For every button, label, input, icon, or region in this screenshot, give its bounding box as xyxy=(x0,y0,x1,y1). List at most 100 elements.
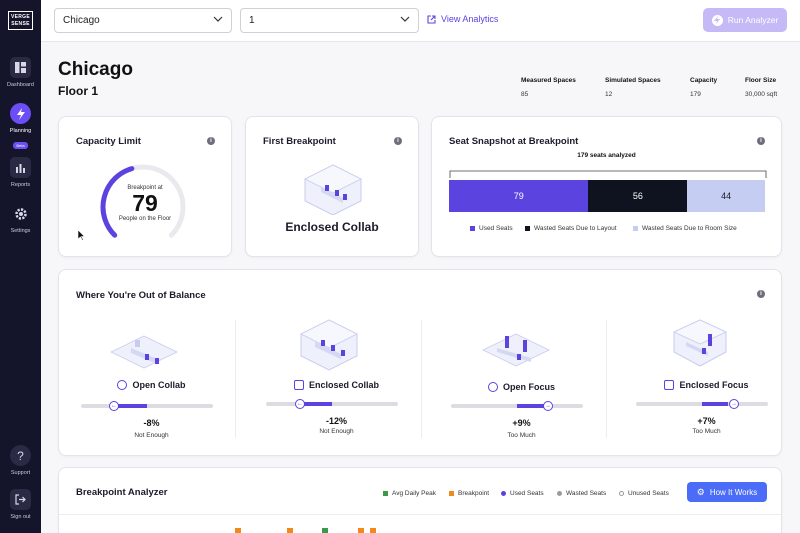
legend-swatch xyxy=(501,491,506,496)
how-it-works-button[interactable]: ⚙ How It Works xyxy=(687,482,767,502)
stat-value: 30,000 sqft xyxy=(745,91,778,98)
breakpoint-space-name: Enclosed Collab xyxy=(285,220,379,234)
legend-wasted-layout: Wasted Seats Due to Layout xyxy=(525,225,617,232)
legend-swatch xyxy=(525,226,530,231)
space-name: Open Focus xyxy=(429,382,614,392)
stat-value: 85 xyxy=(521,91,529,98)
breakpoint-analyzer-card: Breakpoint Analyzer Avg Daily Peak Break… xyxy=(58,467,782,533)
balance-open-collab: Open Collab ← -8% Not Enough xyxy=(59,320,244,439)
seat-segment: 79 xyxy=(449,180,589,212)
vergesense-logo[interactable]: VERGE SENSE xyxy=(8,11,33,30)
stat-label: Simulated Spaces xyxy=(605,77,661,84)
info-icon[interactable]: i xyxy=(757,137,765,145)
legend-used-seats: Used Seats xyxy=(501,490,544,497)
legend-unused-seats: Unused Seats xyxy=(619,490,669,497)
legend-label: Used Seats xyxy=(479,225,513,232)
sidebar-item-label: Planning xyxy=(9,128,32,134)
out-of-balance-card: Where You're Out of Balance i Open Colla… xyxy=(58,269,782,456)
stat-measured-spaces: Measured Spaces 85 xyxy=(521,77,576,98)
enclosed-collab-illustration xyxy=(300,319,358,371)
floor-select[interactable]: 1 xyxy=(240,8,419,33)
view-analytics-link[interactable]: View Analytics xyxy=(427,14,498,24)
legend-breakpoint: Breakpoint xyxy=(449,490,489,497)
gauge-bottom-label: People on the Floor xyxy=(118,216,172,222)
bar-chart-icon xyxy=(10,157,31,178)
arrow-right-icon: → xyxy=(729,399,739,409)
balance-status: Too Much xyxy=(507,432,536,439)
legend-swatch xyxy=(633,226,638,231)
sidebar-item-settings[interactable]: Settings xyxy=(0,203,41,234)
help-icon: ? xyxy=(10,445,31,466)
info-icon[interactable]: i xyxy=(757,290,765,298)
open-focus-illustration xyxy=(482,333,550,367)
sidebar-item-dashboard[interactable]: Dashboard xyxy=(0,57,41,88)
first-breakpoint-card: First Breakpoint i Enclosed Collab xyxy=(245,116,419,257)
sidebar-item-sign-out[interactable]: Sign out xyxy=(0,489,41,520)
chart-marker xyxy=(370,528,376,533)
stat-label: Capacity xyxy=(690,77,718,84)
legend-label: Wasted Seats Due to Layout xyxy=(534,225,617,232)
slider-fill xyxy=(702,402,728,406)
sidebar-item-label: Reports xyxy=(10,182,31,188)
space-label: Enclosed Focus xyxy=(679,380,749,390)
card-title: Where You're Out of Balance xyxy=(76,290,206,301)
divider xyxy=(59,514,781,515)
page-title: Chicago xyxy=(58,59,133,80)
beta-badge: Beta xyxy=(13,142,28,149)
chart-marker xyxy=(358,528,364,533)
enclosed-collab-illustration xyxy=(304,164,362,215)
balance-enclosed-collab: Enclosed Collab ← -12% Not Enough xyxy=(244,319,429,438)
balance-percent: +7% xyxy=(697,416,716,426)
legend-wasted-room-size: Wasted Seats Due to Room Size xyxy=(633,225,737,232)
floor-select-value: 1 xyxy=(249,15,255,26)
slider-fill xyxy=(517,404,545,408)
slider-fill xyxy=(118,404,147,408)
legend-swatch xyxy=(449,491,454,496)
legend-label: Unused Seats xyxy=(628,490,669,497)
open-collab-illustration xyxy=(110,335,178,369)
stat-value: 179 xyxy=(690,91,701,98)
balance-percent: -8% xyxy=(143,418,160,428)
balance-slider: ← xyxy=(266,399,398,409)
stat-capacity: Capacity 179 xyxy=(690,77,717,98)
legend-wasted-seats: Wasted Seats xyxy=(557,490,606,497)
mouse-cursor-icon xyxy=(78,230,86,241)
sidebar-item-support[interactable]: ? Support xyxy=(0,445,41,476)
lightning-icon xyxy=(711,14,723,26)
sidebar-item-planning[interactable]: Planning Beta xyxy=(0,103,41,152)
run-analyzer-button[interactable]: Run Analyzer xyxy=(703,8,787,32)
person-icon xyxy=(487,382,498,392)
people-icon xyxy=(293,380,304,390)
legend-swatch xyxy=(557,491,562,496)
sidebar: VERGE SENSE Dashboard Planning Beta Repor… xyxy=(0,0,41,533)
legend-used-seats: Used Seats xyxy=(470,225,513,232)
building-select-value: Chicago xyxy=(63,15,100,26)
space-name: Open Collab xyxy=(59,380,244,390)
space-label: Open Collab xyxy=(132,380,186,390)
stat-value: 12 xyxy=(605,91,613,98)
balance-enclosed-focus: Enclosed Focus → +7% Too Much xyxy=(614,319,799,438)
stat-floor-size: Floor Size 30,000 sqft xyxy=(745,77,777,98)
space-label: Enclosed Collab xyxy=(308,380,379,390)
info-icon[interactable]: i xyxy=(207,137,215,145)
balance-percent: +9% xyxy=(512,418,531,428)
info-icon[interactable]: i xyxy=(394,137,402,145)
legend-label: Breakpoint xyxy=(458,490,490,497)
building-select[interactable]: Chicago xyxy=(54,8,232,33)
chevron-down-icon xyxy=(213,15,223,26)
card-title: Seat Snapshot at Breakpoint xyxy=(449,136,579,147)
chevron-down-icon xyxy=(400,15,410,26)
run-analyzer-label: Run Analyzer xyxy=(727,15,779,25)
arrow-right-icon: → xyxy=(543,401,553,411)
arrow-left-icon: ← xyxy=(295,399,305,409)
legend-swatch xyxy=(619,491,624,496)
balance-slider: → xyxy=(636,399,768,409)
chart-marker xyxy=(287,528,293,533)
sidebar-item-reports[interactable]: Reports xyxy=(0,157,41,188)
space-label: Open Focus xyxy=(502,382,555,392)
how-it-works-label: How It Works xyxy=(709,487,758,497)
sign-out-icon xyxy=(10,489,31,510)
top-bar: Chicago 1 View Analytics Run Analyzer xyxy=(41,0,800,42)
space-name: Enclosed Collab xyxy=(244,380,429,390)
balance-status: Not Enough xyxy=(134,432,169,439)
